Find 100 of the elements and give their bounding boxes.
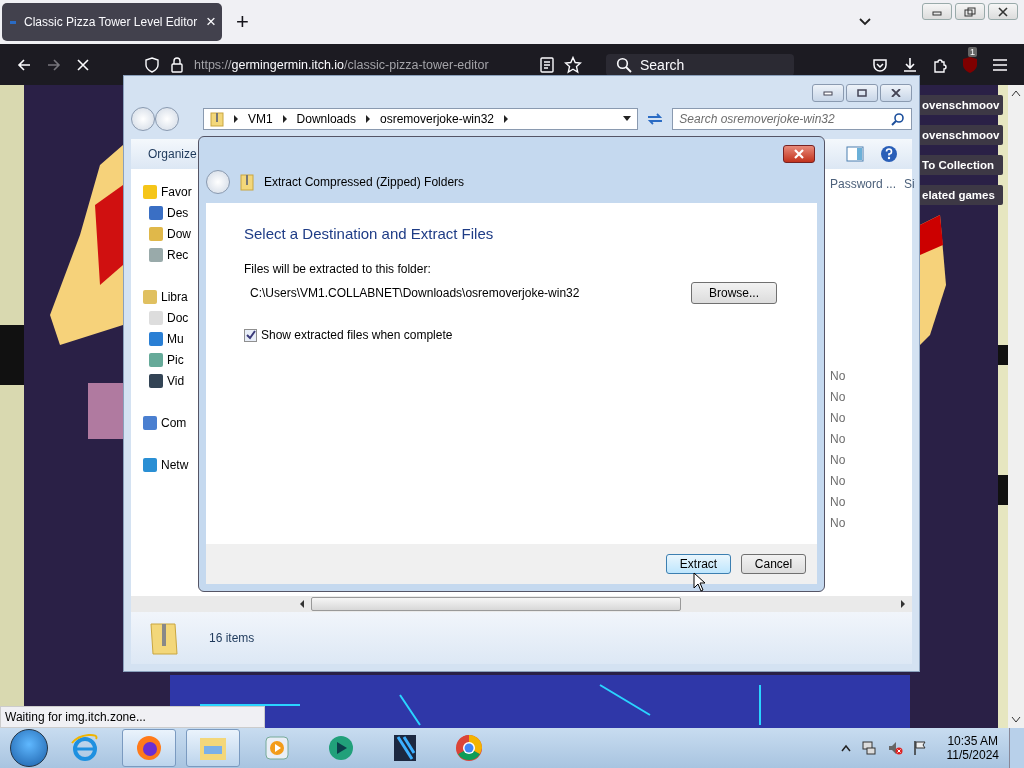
forward-icon[interactable] — [46, 56, 62, 73]
address-bar[interactable]: VM1 Downloads osremoverjoke-win32 — [202, 108, 639, 130]
breadcrumb[interactable]: Downloads — [296, 112, 356, 126]
menu-icon[interactable] — [992, 57, 1008, 72]
refresh-icon[interactable] — [646, 111, 665, 127]
table-cell-text: No — [830, 494, 847, 511]
extension-badge: 1 — [968, 46, 977, 57]
forward-button[interactable] — [155, 107, 179, 131]
show-hidden-icons-icon[interactable] — [840, 744, 851, 752]
scroll-left-icon[interactable] — [299, 600, 305, 608]
nav-item[interactable]: Doc — [143, 307, 201, 328]
pocket-icon[interactable] — [872, 56, 888, 73]
tab-close-button[interactable]: × — [206, 12, 216, 32]
organize-menu[interactable]: Organize — [148, 147, 197, 161]
help-icon[interactable] — [880, 145, 898, 163]
network-icon[interactable] — [860, 740, 877, 756]
nav-item[interactable]: Com — [143, 412, 201, 433]
search-field[interactable]: Search osremoverjoke-win32 — [672, 108, 912, 130]
nav-item[interactable]: Des — [143, 202, 201, 223]
close-icon — [793, 149, 805, 159]
nav-item-icon — [143, 415, 157, 430]
horizontal-scrollbar[interactable] — [131, 596, 912, 612]
scroll-up-icon[interactable] — [1011, 89, 1021, 97]
minimize-button[interactable] — [812, 84, 844, 102]
chevron-down-icon[interactable] — [858, 17, 872, 27]
flag-icon[interactable] — [912, 740, 927, 756]
zip-folder-icon — [209, 111, 224, 127]
lock-icon — [170, 56, 184, 73]
column-header[interactable]: Password ... — [830, 177, 897, 191]
back-button[interactable] — [206, 170, 230, 194]
download-icon[interactable] — [902, 56, 918, 73]
dialog-title: Extract Compressed (Zipped) Folders — [264, 175, 465, 189]
browse-button[interactable]: Browse... — [691, 282, 777, 304]
slanted-bars-icon — [392, 733, 418, 763]
breadcrumb[interactable]: osremoverjoke-win32 — [379, 112, 494, 126]
scroll-down-icon[interactable] — [1011, 716, 1021, 724]
nav-item-icon — [149, 226, 163, 241]
minimize-button[interactable] — [922, 3, 952, 20]
play-circle-icon — [326, 733, 356, 763]
url-field[interactable]: https://germingermin.itch.io/classic-pizza-tower-editor — [134, 53, 592, 76]
nav-item-icon — [149, 205, 163, 220]
breadcrumb-arrow-icon — [364, 115, 371, 123]
close-button[interactable] — [880, 84, 912, 102]
back-icon[interactable] — [16, 56, 32, 73]
bookmark-star-icon[interactable] — [564, 55, 582, 74]
nav-item[interactable]: Netw — [143, 454, 201, 475]
nav-item[interactable]: Rec — [143, 244, 201, 265]
column-header[interactable]: Si — [904, 177, 915, 191]
maximize-icon — [857, 89, 867, 97]
nav-item-icon — [149, 373, 163, 388]
muted-speaker-icon[interactable] — [886, 740, 903, 756]
table-cell-text: No — [830, 410, 847, 427]
maximize-button[interactable] — [846, 84, 878, 102]
shield-extension-icon[interactable] — [962, 55, 978, 74]
new-tab-button[interactable]: + — [230, 9, 255, 35]
start-button[interactable] — [10, 729, 48, 767]
chrome-icon — [454, 733, 484, 763]
item-count: 16 items — [209, 631, 255, 645]
nav-item[interactable]: Pic — [143, 349, 201, 370]
nav-item-icon — [143, 457, 157, 472]
dropdown-icon[interactable] — [623, 116, 632, 122]
nav-item-icon — [143, 184, 157, 199]
breadcrumb[interactable]: VM1 — [247, 112, 273, 126]
nav-item-icon — [149, 352, 163, 367]
taskbar-app[interactable] — [122, 729, 176, 767]
status-text: Waiting for img.itch.zone... — [0, 706, 265, 728]
destination-path: C:\Users\VM1.COLLABNET\Downloads\osremoverjoke-win32 — [249, 286, 580, 300]
scroll-right-icon[interactable] — [900, 600, 906, 608]
nav-item[interactable]: Vid — [143, 370, 201, 391]
stop-icon[interactable] — [76, 57, 90, 72]
close-icon — [997, 6, 1009, 17]
reader-view-icon[interactable] — [540, 56, 554, 73]
browser-tab[interactable]: Classic Pizza Tower Level Editor × — [2, 3, 222, 41]
puzzle-icon[interactable] — [932, 56, 948, 73]
breadcrumb-arrow-icon — [281, 115, 288, 123]
back-button[interactable] — [131, 107, 155, 131]
nav-item[interactable]: Libra — [143, 286, 201, 307]
tab-title: Classic Pizza Tower Level Editor — [24, 15, 199, 29]
scrollbar[interactable] — [1008, 85, 1024, 728]
nav-item[interactable]: Dow — [143, 223, 201, 244]
restore-button[interactable] — [955, 3, 985, 20]
breadcrumb-arrow-icon — [232, 115, 239, 123]
dialog-button[interactable]: Extract — [666, 554, 731, 574]
dialog-button[interactable]: Cancel — [741, 554, 806, 574]
date-text: 11/5/2024 — [946, 748, 999, 762]
search-icon — [616, 56, 632, 73]
close-button[interactable] — [783, 145, 815, 163]
nav-item[interactable]: Mu — [143, 328, 201, 349]
nav-item-icon — [149, 247, 163, 262]
play-icon — [264, 735, 290, 761]
close-icon — [891, 89, 901, 97]
search-field[interactable]: Search — [606, 53, 794, 76]
time-text: 10:35 AM — [947, 734, 999, 748]
table-cell-text: No — [830, 515, 847, 532]
nav-item[interactable]: Favor — [143, 181, 201, 202]
shield-icon — [144, 56, 160, 73]
dialog-heading: Select a Destination and Extract Files — [244, 225, 495, 242]
clock[interactable]: 10:35 AM 11/5/2024 — [946, 734, 999, 762]
checkbox[interactable] — [244, 328, 257, 342]
close-button[interactable] — [988, 3, 1018, 20]
